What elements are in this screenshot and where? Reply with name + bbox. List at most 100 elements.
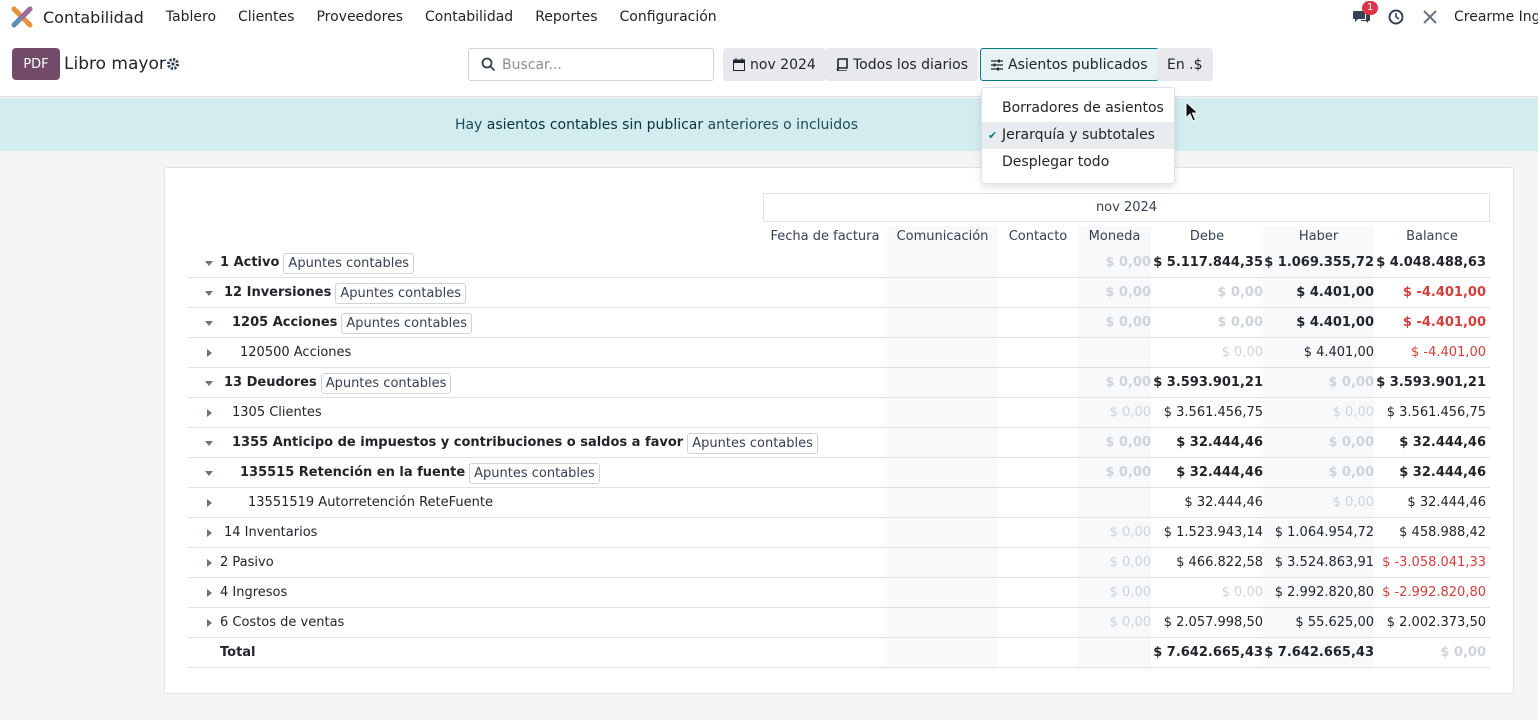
dropdown-item-drafts[interactable]: Borradores de asientos — [982, 95, 1174, 122]
messages-icon[interactable]: 1 — [1352, 1, 1379, 27]
cell-debe: $ 1.523.943,14 — [1163, 525, 1263, 540]
account-label: Total — [220, 638, 256, 668]
col-haber: Haber — [1298, 229, 1339, 244]
app-logo-icon[interactable] — [11, 6, 33, 28]
search-box[interactable] — [468, 48, 714, 81]
cell-haber: $ 4.401,00 — [1296, 285, 1374, 300]
journal-items-button[interactable]: Apuntes contables — [687, 432, 818, 454]
cell-debe: $ 2.057.998,50 — [1163, 615, 1263, 630]
cell-debe: $ 32.444,46 — [1176, 465, 1263, 480]
cell-balance: $ 4.048.488,63 — [1376, 255, 1486, 270]
table-row[interactable]: 13551519 Autorretención ReteFuente $ 32.4… — [188, 488, 1490, 518]
menu-tablero[interactable]: Tablero — [166, 9, 216, 25]
caret-right-icon[interactable] — [205, 529, 213, 537]
cell-haber: $ 4.401,00 — [1296, 315, 1374, 330]
account-name: 1305 Clientes — [232, 405, 322, 420]
account-name: 120500 Acciones — [240, 345, 352, 360]
clock-icon[interactable] — [1386, 7, 1406, 27]
cell-haber: $ 3.524.863,91 — [1274, 555, 1374, 570]
caret-down-icon[interactable] — [205, 259, 213, 267]
account-name: 2 Pasivo — [220, 555, 274, 570]
account-name: 1 Activo — [220, 255, 280, 270]
banner-prefix: Hay — [454, 116, 487, 133]
caret-right-icon[interactable] — [205, 559, 213, 567]
cell-debe: $ 0,00 — [1221, 585, 1263, 600]
journal-items-button[interactable]: Apuntes contables — [335, 282, 467, 304]
table-row[interactable]: 13 Deudores Apuntes contables $ 0,00 $ 3.59… — [188, 368, 1490, 398]
caret-right-icon[interactable] — [205, 589, 213, 597]
unposted-entries-banner: Hay asientos contables sin publicar ante… — [0, 98, 1538, 151]
cell-haber: $ 55.625,00 — [1295, 615, 1374, 630]
account-label: 6 Costos de ventas — [220, 608, 344, 638]
journal-items-button[interactable]: Apuntes contables — [341, 312, 473, 334]
cell-haber: $ 0,00 — [1328, 465, 1374, 480]
table-row[interactable]: 120500 Acciones $ 0,00 $ 4.401,00 $ -4.401,… — [188, 338, 1490, 368]
cell-balance: $ 0,00 — [1440, 645, 1486, 660]
table-row[interactable]: 6 Costos de ventas $ 0,00 $ 2.057.998,50 $ … — [188, 608, 1490, 638]
journal-items-button[interactable]: Apuntes contables — [283, 252, 415, 274]
caret-down-icon[interactable] — [205, 289, 213, 297]
account-name: 14 Inventarios — [224, 525, 318, 540]
cell-haber: $ 7.642.665,43 — [1264, 645, 1374, 660]
caret-right-icon[interactable] — [205, 409, 213, 417]
cell-balance: $ 3.593.901,21 — [1376, 375, 1486, 390]
unposted-entries-link[interactable]: asientos contables sin publicar — [487, 117, 703, 133]
cell-moneda: $ 0,00 — [1109, 525, 1151, 540]
cell-moneda: $ 0,00 — [1109, 615, 1151, 630]
caret-down-icon[interactable] — [205, 379, 213, 387]
tools-icon[interactable] — [1420, 7, 1440, 27]
caret-down-icon[interactable] — [205, 319, 213, 327]
user-menu[interactable]: Crearme Ing — [1454, 9, 1538, 25]
table-row[interactable]: 135515 Retención en la fuente Apuntes con… — [188, 458, 1490, 488]
table-row[interactable]: 4 Ingresos $ 0,00 $ 0,00 $ 2.992.820,80 $ -2… — [188, 578, 1490, 608]
table-row[interactable]: 14 Inventarios $ 0,00 $ 1.523.943,14 $ 1.06… — [188, 518, 1490, 548]
date-filter-button[interactable]: nov 2024 — [723, 48, 826, 81]
table-row[interactable]: 1 Activo Apuntes contables $ 0,00 $ 5.117.8… — [188, 248, 1490, 278]
caret-down-icon[interactable] — [205, 439, 213, 447]
caret-right-icon[interactable] — [205, 349, 213, 357]
menu-clientes[interactable]: Clientes — [238, 9, 294, 25]
account-name: 13 Deudores — [224, 375, 317, 390]
menu-reportes[interactable]: Reportes — [535, 9, 597, 25]
menu-contabilidad[interactable]: Contabilidad — [425, 9, 513, 25]
account-label: 1305 Clientes — [232, 398, 322, 428]
menu-configuracion[interactable]: Configuración — [620, 9, 717, 25]
cell-moneda: $ 0,00 — [1105, 255, 1151, 270]
pdf-button[interactable]: PDF — [12, 48, 60, 80]
cell-debe: $ 5.117.844,35 — [1153, 255, 1263, 270]
dropdown-item-unfold-all[interactable]: Desplegar todo — [982, 149, 1174, 176]
table-row[interactable]: 1205 Acciones Apuntes contables $ 0,00 $ 0,… — [188, 308, 1490, 338]
account-label: 1355 Anticipo de impuestos y contribucio… — [232, 428, 818, 458]
book-icon — [836, 58, 848, 71]
cell-balance: $ 32.444,46 — [1399, 465, 1486, 480]
cell-debe: $ 32.444,46 — [1176, 435, 1263, 450]
cell-moneda: $ 0,00 — [1105, 315, 1151, 330]
currency-filter-button[interactable]: En .$ — [1157, 48, 1213, 81]
navbar-systray: 1 Crearme Ing — [1352, 0, 1538, 34]
table-row[interactable]: 1355 Anticipo de impuestos y contribucio… — [188, 428, 1490, 458]
app-name[interactable]: Contabilidad — [43, 8, 144, 27]
account-label: 120500 Acciones — [240, 338, 351, 368]
search-input[interactable] — [502, 56, 702, 73]
ledger-rows: 1 Activo Apuntes contables $ 0,00 $ 5.117.8… — [188, 248, 1490, 668]
journal-items-button[interactable]: Apuntes contables — [320, 372, 452, 394]
col-debe: Debe — [1189, 229, 1225, 244]
menu-proveedores[interactable]: Proveedores — [316, 9, 403, 25]
journals-filter-button[interactable]: Todos los diarios — [826, 48, 978, 81]
cell-haber: $ 2.992.820,80 — [1274, 585, 1374, 600]
account-name: 13551519 Autorretención ReteFuente — [248, 495, 493, 510]
table-row[interactable]: 12 Inversiones Apuntes contables $ 0,00 $ 0… — [188, 278, 1490, 308]
dropdown-item-hierarchy[interactable]: ✔ Jerarquía y subtotales — [982, 122, 1174, 149]
account-label: 135515 Retención en la fuente Apuntes con… — [240, 458, 600, 488]
caret-right-icon[interactable] — [205, 619, 213, 627]
posted-entries-filter-button[interactable]: Asientos publicados — [980, 48, 1159, 81]
gear-icon[interactable] — [166, 57, 180, 71]
journal-items-button[interactable]: Apuntes contables — [469, 462, 600, 484]
caret-right-icon[interactable] — [205, 499, 213, 507]
caret-down-icon[interactable] — [205, 469, 213, 477]
table-row[interactable]: 1305 Clientes $ 0,00 $ 3.561.456,75 $ 0,00 $… — [188, 398, 1490, 428]
account-name: 6 Costos de ventas — [220, 615, 345, 630]
table-row[interactable]: 2 Pasivo $ 0,00 $ 466.822,58 $ 3.524.863,91… — [188, 548, 1490, 578]
table-row[interactable]: Total $ 7.642.665,43 $ 7.642.665,43 $ 0,00 — [188, 638, 1490, 668]
account-name: 1355 Anticipo de impuestos y contribucio… — [232, 435, 684, 450]
